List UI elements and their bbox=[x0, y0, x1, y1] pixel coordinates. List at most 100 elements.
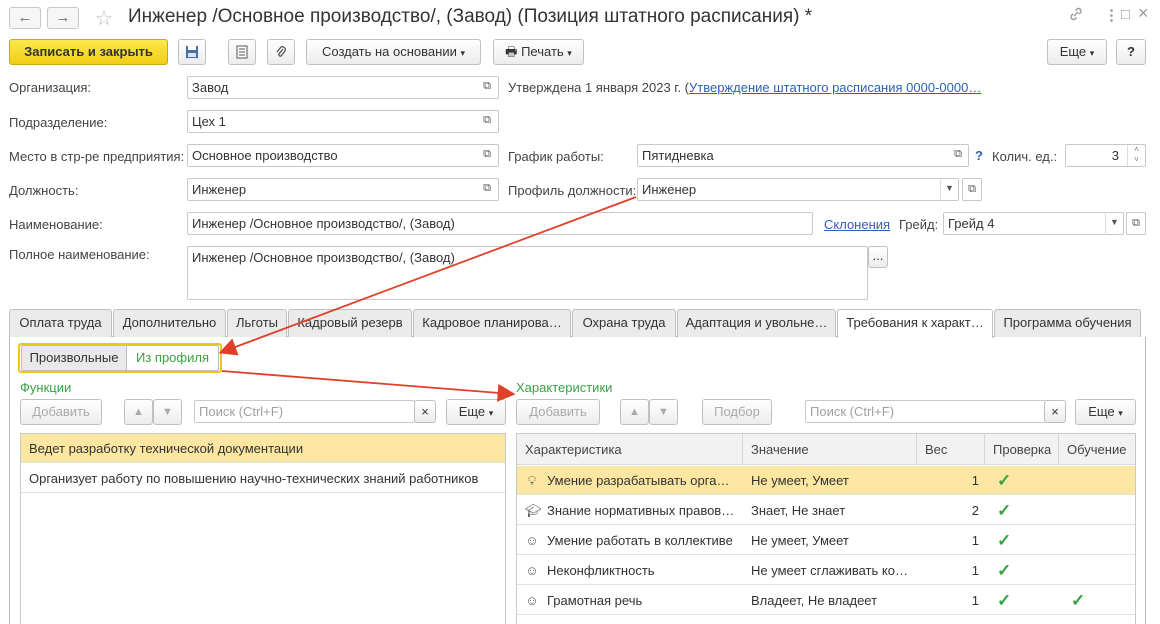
tab-payment[interactable]: Оплата труда bbox=[9, 309, 112, 337]
floppy-disk-icon bbox=[186, 46, 198, 58]
schedule-field[interactable]: Пятидневка bbox=[637, 144, 969, 167]
more-button[interactable]: Еще ▾ bbox=[1047, 39, 1107, 65]
open-icon[interactable]: ⧉ bbox=[477, 144, 497, 167]
place-field[interactable]: Основное производство bbox=[187, 144, 499, 167]
column-header[interactable]: Обучение bbox=[1059, 434, 1135, 465]
name-field[interactable]: Инженер /Основное производство/, (Завод) bbox=[187, 212, 813, 235]
table-row[interactable]: 💡︎ Умение разрабатывать орга… Не умеет, У… bbox=[517, 466, 1135, 495]
column-header[interactable]: Вес bbox=[917, 434, 985, 465]
chevron-down-icon: ▾ bbox=[1089, 48, 1095, 58]
column-header[interactable]: Проверка bbox=[985, 434, 1059, 465]
help-button[interactable]: ? bbox=[1116, 39, 1146, 65]
profile-label: Профиль должности: bbox=[508, 183, 637, 198]
forward-button[interactable]: → bbox=[47, 7, 79, 29]
characteristic-cell: ☺ Умение работать в коллективе bbox=[519, 526, 743, 555]
move-up-icon[interactable]: ▲ bbox=[124, 399, 153, 425]
window-title: Инженер /Основное производство/, (Завод)… bbox=[128, 6, 813, 27]
characteristic-cell: 🎓︎ Знание нормативных правов… bbox=[519, 496, 743, 525]
smiley-icon: ☺ bbox=[525, 593, 539, 608]
table-row[interactable]: 🎓︎ Знание нормативных правов… Знает, Не з… bbox=[517, 496, 1135, 525]
create-based-on-button[interactable]: Создать на основании ▾ bbox=[306, 39, 481, 65]
characteristic-name: Умение разрабатывать орга… bbox=[547, 473, 730, 488]
move-down-icon[interactable]: ▼ bbox=[153, 399, 182, 425]
check-icon[interactable]: ✓ bbox=[991, 526, 1051, 555]
tab-requirements[interactable]: Требования к характ… bbox=[837, 309, 993, 338]
chevron-down-icon[interactable]: ▼ bbox=[1105, 212, 1123, 235]
chevron-down-icon[interactable]: ▼ bbox=[940, 178, 958, 201]
attach-button[interactable] bbox=[267, 39, 295, 65]
characteristics-more-button[interactable]: Еще ▾ bbox=[1075, 399, 1136, 425]
approval-document-link[interactable]: Утверждение штатного расписания 0000-000… bbox=[689, 80, 981, 95]
organization-field[interactable]: Завод bbox=[187, 76, 499, 99]
check-icon[interactable]: ✓ bbox=[991, 586, 1051, 615]
table-row[interactable]: ☺ Грамотная речь Владеет, Не владеет 1 ✓ … bbox=[517, 586, 1135, 615]
characteristic-cell: ☺ Грамотная речь bbox=[519, 586, 743, 615]
table-row[interactable]: ☺ Неконфликтность Не умеет сглаживать ко…… bbox=[517, 556, 1135, 585]
print-button[interactable]: 🖶 Печать ▾ bbox=[493, 39, 584, 65]
switch-from-profile[interactable]: Из профиля bbox=[126, 345, 219, 371]
check-icon[interactable]: ✓ bbox=[1065, 586, 1125, 615]
ellipsis-button[interactable]: ... bbox=[868, 246, 888, 268]
value-cell: Не умеет, Умеет bbox=[751, 533, 849, 548]
printer-icon: 🖶 bbox=[505, 44, 518, 59]
move-down-icon[interactable]: ▼ bbox=[649, 399, 678, 425]
characteristics-add-button[interactable]: Добавить bbox=[516, 399, 600, 425]
column-header[interactable]: Характеристика bbox=[517, 434, 743, 465]
list-item[interactable]: Организует работу по повышению научно-те… bbox=[21, 464, 505, 493]
open-icon[interactable]: ⧉ bbox=[962, 178, 982, 201]
functions-more-button[interactable]: Еще ▾ bbox=[446, 399, 506, 425]
link-icon[interactable] bbox=[1068, 6, 1084, 26]
switch-arbitrary[interactable]: Произвольные bbox=[21, 345, 127, 371]
tab-adaptation[interactable]: Адаптация и увольне… bbox=[677, 309, 836, 337]
back-button[interactable]: ← bbox=[9, 7, 41, 29]
clear-icon[interactable]: × bbox=[414, 400, 436, 423]
fullname-field[interactable]: Инженер /Основное производство/, (Завод) bbox=[187, 246, 868, 300]
department-field[interactable]: Цех 1 bbox=[187, 110, 499, 133]
check-icon[interactable]: ✓ bbox=[991, 496, 1051, 525]
graduation-cap-icon: 🎓︎ bbox=[525, 503, 542, 518]
profile-field[interactable]: Инженер bbox=[637, 178, 959, 201]
units-stepper[interactable]: ˄ ˅ bbox=[1127, 145, 1145, 166]
table-row[interactable]: ☺ Умение работать в коллективе Не умеет, … bbox=[517, 526, 1135, 555]
tab-reserve[interactable]: Кадровый резерв bbox=[288, 309, 412, 337]
report-button[interactable] bbox=[228, 39, 256, 65]
more-vertical-icon[interactable]: ⋮ bbox=[1104, 6, 1119, 24]
save-button[interactable] bbox=[178, 39, 206, 65]
list-item[interactable]: Ведет разработку технической документаци… bbox=[21, 434, 505, 463]
functions-search-input[interactable]: Поиск (Ctrl+F) bbox=[194, 400, 415, 423]
column-header[interactable]: Значение bbox=[743, 434, 917, 465]
chevron-down-icon: ▾ bbox=[488, 408, 494, 418]
grade-field[interactable]: Грейд 4 bbox=[943, 212, 1124, 235]
position-field[interactable]: Инженер bbox=[187, 178, 499, 201]
favorite-star-icon[interactable]: ☆ bbox=[95, 6, 113, 31]
tab-safety[interactable]: Охрана труда bbox=[572, 309, 676, 337]
check-icon[interactable]: ✓ bbox=[991, 556, 1051, 585]
open-icon[interactable]: ⧉ bbox=[1126, 212, 1146, 235]
tab-additional[interactable]: Дополнительно bbox=[113, 309, 226, 337]
functions-add-button[interactable]: Добавить bbox=[20, 399, 102, 425]
tab-training[interactable]: Программа обучения bbox=[994, 309, 1141, 337]
clear-icon[interactable]: × bbox=[1044, 400, 1066, 423]
fullname-label: Полное наименование: bbox=[9, 247, 150, 262]
move-up-icon[interactable]: ▲ bbox=[620, 399, 649, 425]
tab-planning[interactable]: Кадровое планирова… bbox=[413, 309, 571, 337]
pick-button[interactable]: Подбор bbox=[702, 399, 772, 425]
maximize-icon[interactable]: □ bbox=[1121, 6, 1130, 23]
declension-link[interactable]: Склонения bbox=[824, 217, 890, 232]
help-question-icon[interactable]: ? bbox=[975, 148, 983, 163]
weight-cell: 1 bbox=[971, 533, 979, 548]
paperclip-icon bbox=[276, 46, 286, 57]
save-and-close-button[interactable]: Записать и закрыть bbox=[9, 39, 168, 65]
close-icon[interactable]: × bbox=[1138, 3, 1149, 24]
open-icon[interactable]: ⧉ bbox=[948, 144, 968, 167]
open-icon[interactable]: ⧉ bbox=[477, 110, 497, 133]
check-icon[interactable]: ✓ bbox=[991, 466, 1051, 495]
characteristic-cell: ☺ Неконфликтность bbox=[519, 556, 743, 585]
characteristics-search-input[interactable]: Поиск (Ctrl+F) bbox=[805, 400, 1046, 423]
tab-benefits[interactable]: Льготы bbox=[227, 309, 287, 337]
chevron-down-icon: ▾ bbox=[567, 48, 572, 58]
open-icon[interactable]: ⧉ bbox=[477, 178, 497, 201]
open-icon[interactable]: ⧉ bbox=[477, 76, 497, 99]
characteristic-name: Знание нормативных правов… bbox=[547, 503, 735, 518]
value-cell: Знает, Не знает bbox=[751, 503, 846, 518]
